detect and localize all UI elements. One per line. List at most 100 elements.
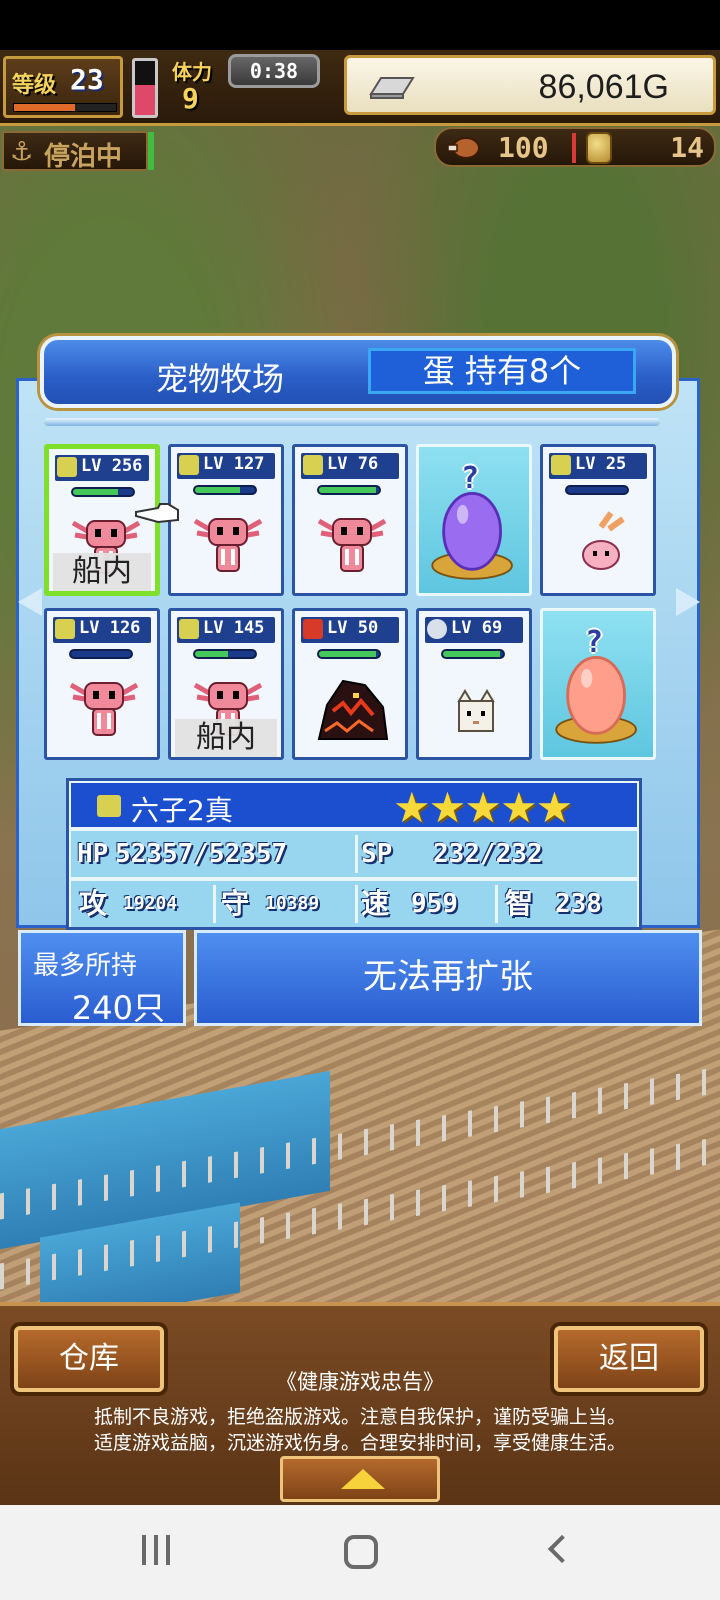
exp-fill <box>14 104 76 111</box>
pet-level-row: LV 256 <box>55 455 149 481</box>
panel-title-bar: 宠物牧场 蛋 持有8个 <box>40 336 676 408</box>
pet-hp-bar <box>565 485 629 495</box>
pet-card[interactable]: LV 69 <box>416 608 532 760</box>
medal-icon <box>586 132 612 164</box>
stamina-gauge <box>132 58 158 118</box>
axolotl-icon <box>65 671 143 741</box>
pet-level: LV 256 <box>81 456 143 476</box>
stamina-value: 9 <box>182 82 199 115</box>
pet-hp-bar <box>441 649 505 659</box>
expand-menu-button[interactable] <box>280 1456 440 1502</box>
pet-level: LV 50 <box>327 618 379 638</box>
onboard-badge: 船内 <box>53 553 151 591</box>
anchor-icon: ⚓ <box>10 137 34 167</box>
intelligence-label: 智 <box>505 887 534 920</box>
player-level: 等级 23 <box>3 56 123 118</box>
pet-card[interactable]: LV 145 船内 <box>168 608 284 760</box>
attack-label: 攻 <box>79 887 108 920</box>
stat-divider <box>355 885 358 923</box>
sp-label: SP <box>361 839 393 869</box>
level-value: 23 <box>70 63 104 96</box>
home-icon[interactable] <box>344 1535 378 1569</box>
pet-level: LV 76 <box>327 454 379 474</box>
defense-value: 10389 <box>265 893 320 914</box>
next-page-arrow-icon[interactable] <box>676 588 700 616</box>
recent-apps-icon[interactable] <box>140 1535 176 1569</box>
expand-button[interactable]: 无法再扩张 <box>194 930 702 1026</box>
pointer-hand-icon <box>134 500 180 526</box>
gold-display[interactable]: 86,061G <box>344 55 716 115</box>
chevron-up-icon <box>341 1469 385 1489</box>
food-count: 100 <box>498 131 549 164</box>
speed-label: 速 <box>361 887 390 920</box>
sp-value: 232/232 <box>433 839 543 869</box>
gold-bar-icon <box>369 77 415 99</box>
thunder-element-icon <box>179 455 199 475</box>
pet-card[interactable]: LV 127 <box>168 444 284 596</box>
pet-hp-bar <box>193 485 257 495</box>
cube-cat-icon <box>437 671 515 741</box>
pet-card[interactable]: LV 126 <box>44 608 160 760</box>
docked-indicator <box>148 132 154 170</box>
speed-value: 959 <box>411 889 458 919</box>
pet-info-panel: 六子2真 ★★★★★ HP 52357/52357 SP 232/232 攻 1… <box>66 778 642 930</box>
pet-name: 六子2真 <box>131 794 233 827</box>
health-notice-line: 适度游戏益脑，沉迷游戏伤身。合理安排时间，享受健康生活。 <box>93 1432 626 1454</box>
docked-status: ⚓ 停泊中 <box>2 131 148 172</box>
pet-hp-fill <box>195 651 228 657</box>
pet-hp-bar <box>193 649 257 659</box>
pet-hp-fill <box>319 651 376 657</box>
stat-divider <box>355 835 358 873</box>
lava-beast-icon <box>313 671 391 741</box>
pet-hp-bar <box>317 485 381 495</box>
level-label: 等级 <box>12 73 57 98</box>
egg-slot[interactable]: ? <box>416 444 532 596</box>
android-nav-bar <box>0 1505 720 1600</box>
stat-row-attributes: 攻 19204 守 10389 速 959 智 238 <box>71 881 637 927</box>
axolotl-icon <box>189 507 267 577</box>
pet-level: LV 127 <box>203 454 265 474</box>
health-notice-line: 抵制不良游戏，拒绝盗版游戏。注意自我保护，谨防受骗上当。 <box>93 1406 626 1428</box>
defense-label: 守 <box>221 887 250 920</box>
thunder-element-icon <box>303 455 323 475</box>
pet-hp-fill <box>319 487 376 493</box>
medal-count: 14 <box>670 131 704 164</box>
onboard-badge: 船内 <box>175 719 277 757</box>
prev-page-arrow-icon[interactable] <box>18 588 42 616</box>
back-arrow-icon[interactable] <box>547 1534 577 1564</box>
thunder-element-icon <box>97 795 121 817</box>
thunder-element-icon <box>179 619 199 639</box>
pet-card[interactable]: LV 76 <box>292 444 408 596</box>
pet-card[interactable]: LV 25 <box>540 444 656 596</box>
pet-name-row: 六子2真 ★★★★★ <box>71 783 637 832</box>
resource-divider <box>572 133 576 163</box>
thunder-element-icon <box>57 457 77 477</box>
stamina-label: 体力 <box>172 60 212 84</box>
pet-level: LV 25 <box>575 454 627 474</box>
bunny-icon <box>561 507 639 577</box>
pet-hp-bar <box>69 649 133 659</box>
pet-level: LV 145 <box>203 618 265 638</box>
rarity-stars: ★★★★★ <box>393 783 573 832</box>
pet-hp-fill <box>73 489 118 495</box>
stamina-fill <box>135 85 155 115</box>
pet-level: LV 69 <box>451 618 503 638</box>
capacity-label: 最多所持 <box>33 951 138 981</box>
pet-level-row: LV 50 <box>301 617 399 643</box>
meat-icon <box>447 137 480 159</box>
pet-level-row: LV 145 <box>177 617 275 643</box>
pet-level-row: LV 127 <box>177 453 275 479</box>
egg-count[interactable]: 蛋 持有8个 <box>368 348 636 394</box>
stat-divider <box>495 885 498 923</box>
stat-row-hp-sp: HP 52357/52357 SP 232/232 <box>71 831 637 877</box>
pet-level-row: LV 76 <box>301 453 399 479</box>
pet-card[interactable]: LV 50 <box>292 608 408 760</box>
intelligence-value: 238 <box>555 889 602 919</box>
thunder-element-icon <box>55 619 75 639</box>
fire-element-icon <box>303 619 323 639</box>
thunder-element-icon <box>551 455 571 475</box>
capacity-box: 最多所持 240只 <box>18 930 186 1027</box>
egg-slot[interactable]: ? <box>540 608 656 760</box>
panel-divider <box>44 418 660 426</box>
attack-value: 19204 <box>123 893 178 914</box>
